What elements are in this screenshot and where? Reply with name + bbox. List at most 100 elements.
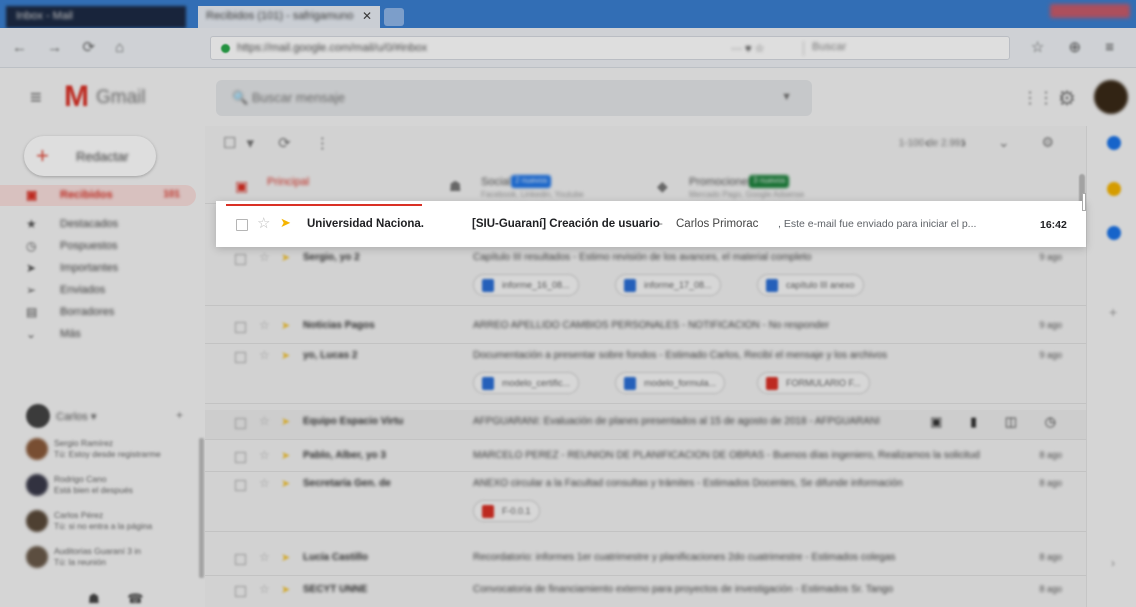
url-bar[interactable]: https://mail.google.com/mail/u/0/#inbox …: [210, 36, 1010, 60]
select-checkbox[interactable]: [235, 452, 246, 463]
url-actions[interactable]: ··· ♥ ☆: [731, 42, 765, 55]
email-row[interactable]: ☆ ➤ Pablo, Alber, yo 3 MARCELO PEREZ - REUN…: [205, 444, 1086, 472]
gmail-header: ≡ M Gmail 🔍 Buscar mensaje ▼ ⋮⋮⋮ ⚙: [0, 68, 1136, 126]
star-icon[interactable]: ☆: [259, 448, 270, 462]
select-checkbox[interactable]: [235, 586, 246, 597]
tab-category[interactable]: ☗ Social Facebook, Linkedin, Youtube 2 nuev…: [429, 168, 635, 204]
add-addon-icon[interactable]: +: [1109, 304, 1117, 320]
email-sender: SECYT UNNE: [303, 584, 368, 595]
email-row[interactable]: ☆ ➤ Noticias Pagos ARREO APELLIDO CAMBIOS P…: [205, 314, 1086, 344]
attachment-chip[interactable]: modelo_certific...: [473, 372, 580, 394]
important-marker-icon[interactable]: ➤: [281, 449, 290, 462]
hangouts-contact[interactable]: Sergio Ramírez Tú: Estoy desde registrarm…: [26, 436, 200, 466]
important-marker-icon[interactable]: ➤: [281, 477, 290, 490]
collapse-panel-icon[interactable]: ›: [1111, 556, 1115, 570]
contact-info: Carlos Pérez Tú: si no entra a la página: [54, 510, 200, 532]
email-row[interactable]: ☆ ➤ Equipo Espacio Virtu AFPGUARANI: Evalua…: [205, 410, 1086, 440]
select-checkbox[interactable]: [235, 352, 246, 363]
sidebar-item-folder[interactable]: ★ Destacados: [0, 214, 205, 235]
pagination-controls[interactable]: ‹ › ⌄ ⚙: [925, 134, 1068, 151]
star-icon[interactable]: ☆: [259, 348, 270, 362]
important-marker-icon[interactable]: ➤: [280, 215, 291, 231]
add-contact-icon[interactable]: +: [176, 408, 183, 422]
search-input[interactable]: 🔍 Buscar mensaje ▼: [216, 80, 812, 116]
keep-icon[interactable]: [1107, 182, 1121, 196]
sidebar-item-folder[interactable]: ▤ Borradores: [0, 302, 205, 323]
hangouts-user[interactable]: Carlos ▾ +: [26, 404, 186, 428]
star-icon[interactable]: ☆: [259, 250, 270, 264]
sidebar-item-folder[interactable]: ➢ Enviados: [0, 280, 205, 301]
hangouts-user-name-text: Carlos: [56, 411, 88, 423]
search-options-icon[interactable]: ▼: [781, 91, 792, 103]
important-marker-icon[interactable]: ➤: [281, 319, 290, 332]
hangouts-contact[interactable]: Auditorias Guaraní 3 in Tú: la reunión: [26, 544, 200, 574]
important-marker-icon[interactable]: ➤: [281, 349, 290, 362]
select-checkbox[interactable]: [235, 254, 246, 265]
select-checkbox[interactable]: [235, 480, 246, 491]
email-time: 8 ago: [1039, 478, 1062, 488]
attachment-name: informe_16_08...: [502, 280, 570, 290]
highlighted-email-row[interactable]: ☆ ➤ Universidad Naciona. [SIU-Guaraní] C…: [216, 193, 1086, 247]
contact-name: Auditorias Guaraní 3 in: [54, 546, 141, 556]
tab-label: Principal: [267, 176, 310, 188]
important-marker-icon[interactable]: ➤: [281, 583, 290, 596]
select-checkbox[interactable]: [235, 418, 246, 429]
attachment-name: F-0.0.1: [502, 506, 531, 516]
star-icon[interactable]: ☆: [257, 214, 270, 232]
select-checkbox[interactable]: [235, 554, 246, 565]
window-controls[interactable]: [1050, 4, 1130, 18]
gmail-logo-text[interactable]: Gmail: [96, 87, 146, 109]
attachment-chip[interactable]: F-0.0.1: [473, 500, 540, 522]
browser-tab-inactive[interactable]: Inbox - Mail: [6, 6, 186, 28]
email-row[interactable]: ☆ ➤ SECYT UNNE Convocatoria de financiamien…: [205, 578, 1086, 607]
sidebar-item-folder[interactable]: ◷ Pospuestos: [0, 236, 205, 257]
attachment-chip[interactable]: capítulo III anexo: [757, 274, 864, 296]
attachment-chip[interactable]: FORMULARIO F...: [757, 372, 870, 394]
sidebar-item-folder[interactable]: ➤ Importantes: [0, 258, 205, 279]
hangouts-contact[interactable]: Carlos Pérez Tú: si no entra a la página: [26, 508, 200, 538]
attachment-chip[interactable]: modelo_formula...: [615, 372, 726, 394]
back-forward-reload-icons[interactable]: ← → ⟳ ⌂: [12, 38, 132, 56]
attachment-name: modelo_formula...: [644, 378, 717, 388]
avatar[interactable]: [1094, 80, 1128, 114]
select-checkbox[interactable]: [236, 219, 248, 231]
email-row[interactable]: ☆ ➤ Secretaría Gen. de ANEXO circular a la …: [205, 472, 1086, 532]
browser-tabbar: Inbox - Mail Recibidos (101) - safrigamu…: [0, 0, 1136, 28]
star-icon[interactable]: ☆: [259, 582, 270, 596]
gmail-logo-icon[interactable]: M: [64, 80, 89, 114]
important-marker-icon[interactable]: ➤: [281, 251, 290, 264]
sidebar-item-inbox[interactable]: ▣ Recibidos 101: [0, 185, 196, 206]
tasks-icon[interactable]: [1107, 226, 1121, 240]
select-refresh-more-icons[interactable]: ☐▾ ⟳ ⋮: [223, 134, 340, 152]
gear-icon[interactable]: ⚙: [1058, 86, 1076, 111]
scrollbar-thumb[interactable]: [1082, 193, 1086, 211]
tab-category[interactable]: ◆ Promociones Mercado Pago, Google Adsense…: [637, 168, 857, 204]
star-icon[interactable]: ☆: [259, 414, 270, 428]
sidebar-item-folder[interactable]: ⌄ Más: [0, 324, 205, 345]
attachment-chip[interactable]: informe_17_08...: [615, 274, 721, 296]
star-icon[interactable]: ☆: [259, 476, 270, 490]
compose-button[interactable]: + Redactar: [24, 136, 156, 176]
row-hover-actions[interactable]: ▣ ▮ ◫ ◷: [930, 414, 1068, 430]
star-icon[interactable]: ☆: [259, 550, 270, 564]
tab-category[interactable]: ▣ Principal: [215, 168, 425, 204]
select-checkbox[interactable]: [235, 322, 246, 333]
email-sender: Secretaría Gen. de: [303, 478, 391, 489]
email-row[interactable]: ☆ ➤ Sergio, yo 2 Capítulo III resultados - …: [205, 246, 1086, 306]
important-marker-icon[interactable]: ➤: [281, 415, 290, 428]
browser-toolbar-icons[interactable]: ☆ ⊕ ≡: [1031, 38, 1124, 56]
menu-icon[interactable]: ≡: [30, 87, 42, 110]
email-row[interactable]: ☆ ➤ Lucía Castillo Recordatorio: informes 1…: [205, 546, 1086, 576]
star-icon[interactable]: ☆: [259, 318, 270, 332]
calendar-icon[interactable]: [1107, 136, 1121, 150]
new-tab-button[interactable]: [384, 8, 404, 26]
close-icon[interactable]: ✕: [362, 9, 372, 23]
attachment-chip[interactable]: informe_16_08...: [473, 274, 579, 296]
hangouts-bottom-icons[interactable]: ☗ ☎: [88, 591, 155, 607]
important-marker-icon[interactable]: ➤: [281, 551, 290, 564]
sidebar-scrollbar[interactable]: [199, 438, 204, 578]
browser-search-field[interactable]: Buscar: [803, 41, 1003, 56]
browser-tab-active[interactable]: Recibidos (101) - safrigamuno ✕: [198, 6, 380, 28]
email-row[interactable]: ☆ ➤ yo, Lucas 2 Documentación a presentar s…: [205, 344, 1086, 404]
hangouts-contact[interactable]: Rodrigo Cano Está bien el después: [26, 472, 200, 502]
